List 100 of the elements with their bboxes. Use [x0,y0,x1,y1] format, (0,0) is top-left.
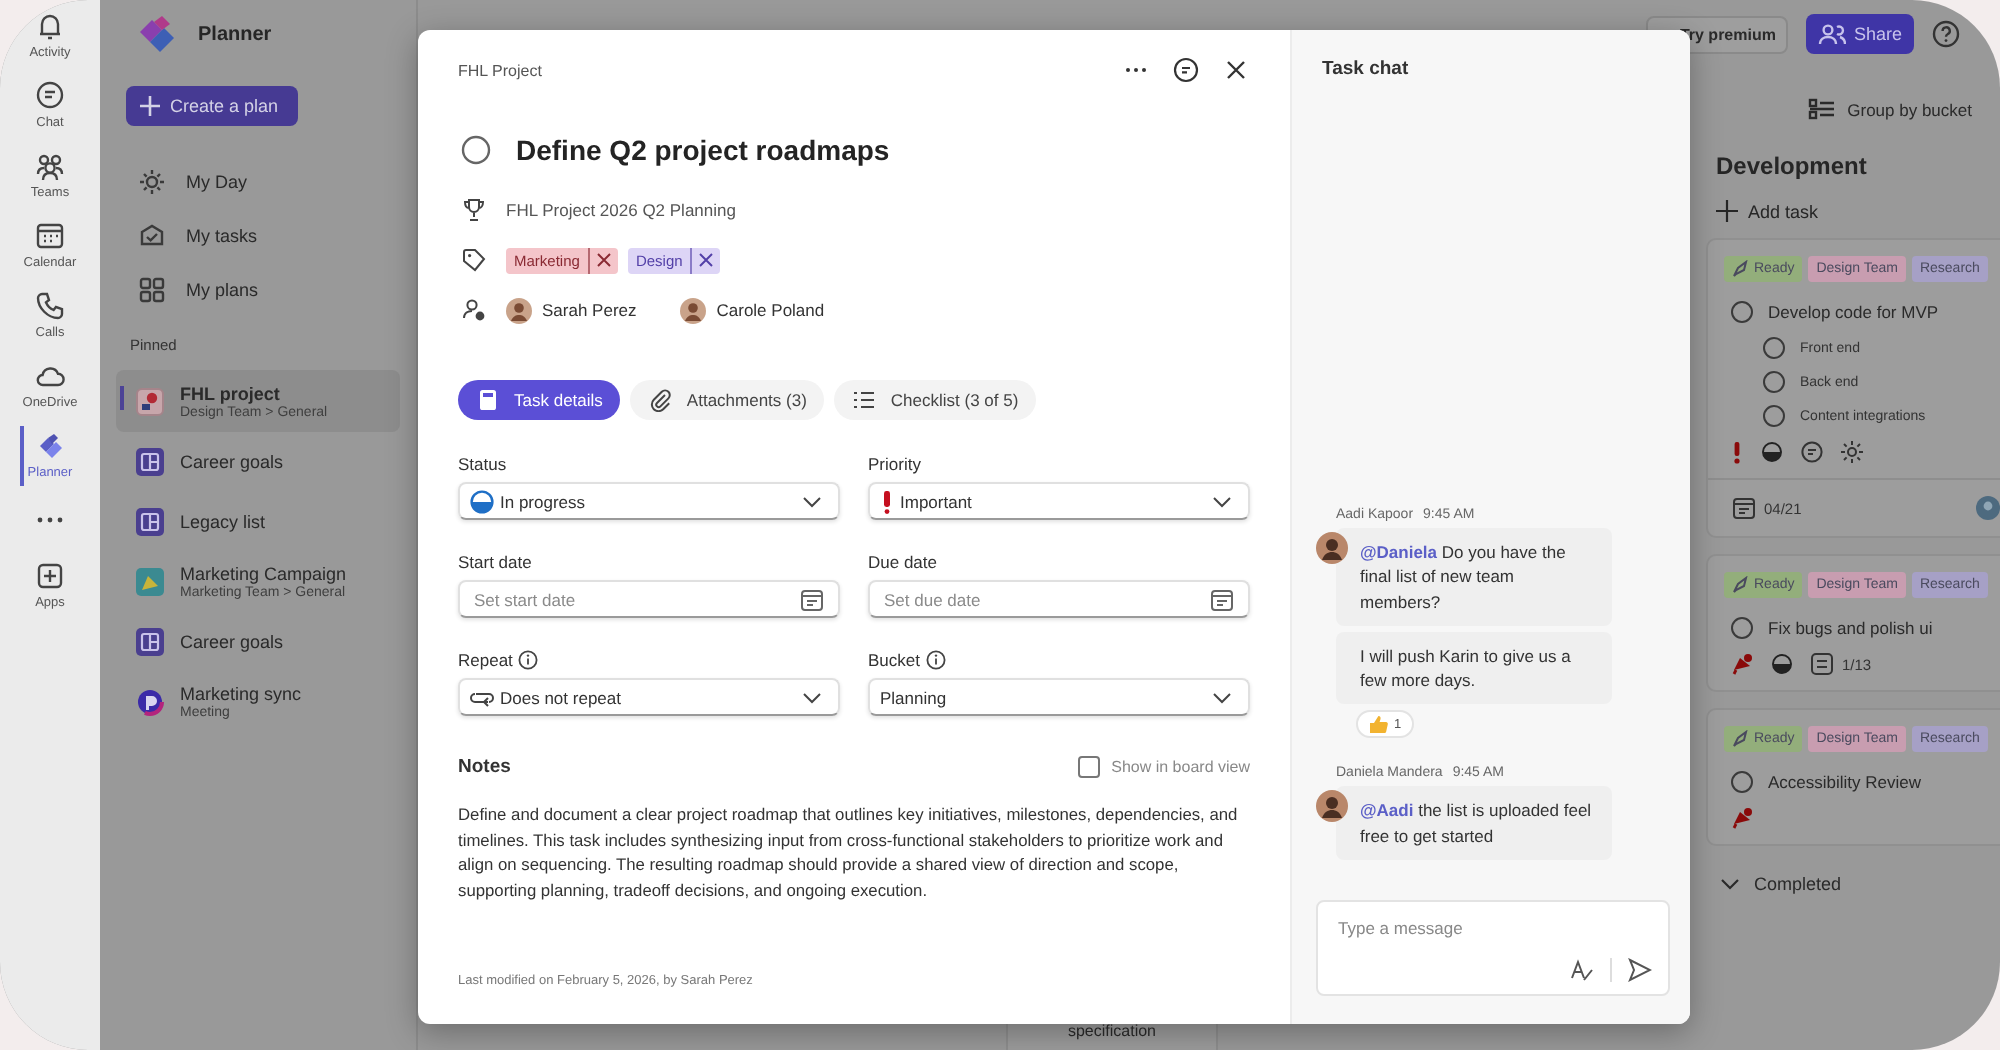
chevron-down-icon [802,691,822,703]
completed-section-toggle[interactable]: Completed [1706,874,2000,894]
campaign-icon [136,568,164,596]
calendar-icon [34,220,66,252]
nav-item[interactable]: My tasks [116,208,400,262]
pinned-plan-item[interactable]: Career goals [116,432,400,492]
calendar-icon[interactable] [1210,587,1234,611]
checkbox-circle-icon[interactable] [1762,336,1786,360]
checkbox-circle-icon[interactable] [1730,770,1754,794]
date-field[interactable]: Set due date [868,580,1250,618]
nav-item[interactable]: My plans [116,262,400,316]
bucket-title: Development [1714,152,1869,180]
close-icon[interactable] [595,252,612,268]
checkbox-circle-icon[interactable] [1762,404,1786,428]
paperclip-icon [648,388,673,412]
date-field[interactable]: Set start date [458,580,840,618]
send-icon[interactable] [1628,958,1652,982]
calendar-icon[interactable] [800,587,824,611]
field-label: Start date [458,552,532,572]
dropdown[interactable]: Does not repeat [458,678,840,716]
grid-icon [138,275,166,303]
show-in-board-checkbox[interactable]: Show in board view [1077,756,1250,778]
board-icon [136,628,164,656]
task-check-icon [138,221,166,249]
nav-item[interactable]: My Day [116,154,400,208]
plan-title: Legacy list [180,512,266,532]
checkbox-circle-icon[interactable] [1762,370,1786,394]
checkbox-circle-icon[interactable] [1730,616,1754,640]
checklist-icon [1810,652,1834,676]
trophy-icon [462,198,486,222]
panel-title: Task chat [1320,58,1411,80]
field-label: Priority [868,454,921,474]
message-composer[interactable]: Type a message [1316,900,1670,996]
dropdown[interactable]: In progress [458,482,840,520]
field-label: Repeat [458,650,513,670]
dropdown[interactable]: Important [868,482,1250,520]
tab[interactable]: Attachments (3) [630,380,825,420]
task-title: specification [1067,1022,1157,1040]
info-icon[interactable] [518,650,539,670]
add-app-icon [34,560,66,592]
plan-title: FHL project [180,383,282,403]
group-by-button[interactable]: Group by bucket [1807,98,1972,122]
bell-icon [34,10,66,42]
mention-link[interactable]: @Aadi [1360,800,1414,821]
sun-icon [138,167,166,195]
planner-logo-icon [136,14,180,54]
assignee-name: Carole Poland [716,300,825,320]
dropdown[interactable]: Planning [868,678,1250,716]
board-icon [136,448,164,476]
close-icon[interactable] [698,252,715,268]
loop-icon [136,688,164,716]
task-title: Fix bugs and polish ui [1768,618,1933,638]
list-icon [1807,98,1836,122]
chevron-down-icon [802,495,822,507]
chevron-down-icon [1212,495,1232,507]
plan-title: Career goals [180,632,284,652]
chevron-down-icon [1212,691,1232,703]
create-plan-button[interactable]: Create a plan [126,86,299,126]
format-text-icon[interactable] [1570,958,1594,982]
field-label: Status [458,454,507,474]
avatar-icon [506,297,532,323]
pinned-plan-item[interactable]: Career goals [116,612,400,672]
assign-person-icon [462,298,486,322]
project-icon [136,387,164,415]
add-task-button[interactable]: Add task [1706,200,2000,222]
complete-checkbox-icon[interactable] [460,134,492,166]
tab[interactable]: Checklist (3 of 5) [834,380,1037,420]
mention-link[interactable]: @Daniela [1360,541,1438,562]
message-field[interactable]: Type a message [1334,914,1652,942]
notes-text: Define and document a clear project roadmap that outlines key initiatives, milestones, dependencies, and timelines. This task includes synthesizing input from cross-functional stakeholders to prioritize work and align on sequencing. The resulting roadmap should provide a shared view of direction and scope, supporting planning, tradeoff decisions, and ongoing execution. [458,802,1240,902]
field-label: Due date [868,552,937,572]
notebook-icon [476,388,500,412]
chevron-down-icon [1720,878,1740,890]
plus-icon [1716,200,1738,222]
tab[interactable]: Task details [458,380,621,420]
info-icon[interactable] [926,650,946,670]
chat-icon[interactable] [1172,56,1200,84]
avatar-icon [680,297,707,323]
thumbs-up-icon [1368,714,1388,735]
message-text: @Daniela Do you have the final list of new team members? [1360,539,1568,614]
help-icon[interactable] [1932,20,1960,48]
plan-title: Marketing Campaign [180,564,347,584]
assignee-name: Sarah Perez [542,300,637,320]
phone-icon [34,290,66,322]
checkbox-circle-icon[interactable] [1730,300,1754,324]
tag-icon [462,248,486,272]
share-button[interactable]: Share [1805,14,1914,54]
in-progress-icon [470,489,494,513]
plan-title: Career goals [180,452,284,472]
board-icon [136,508,164,536]
plan-name: FHL Project [458,61,542,79]
task-title: Accessibility Review [1768,772,1922,792]
calendar-icon [1732,496,1756,520]
plus-icon [140,96,160,116]
close-icon[interactable] [1222,56,1250,84]
people-icon [34,150,66,182]
important-icon [880,489,894,513]
avatar-icon [1976,496,2000,520]
pinned-plan-item[interactable]: Legacy list [116,492,400,552]
field-label: Bucket [868,650,920,670]
